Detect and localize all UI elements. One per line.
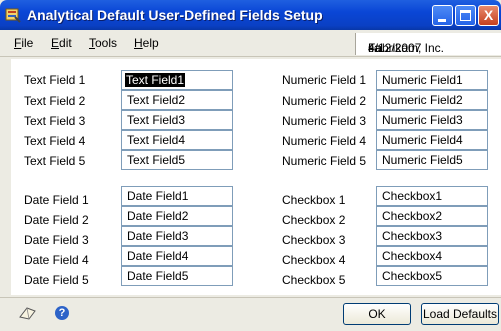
numeric-field-4-input[interactable]: Numeric Field4 bbox=[376, 130, 488, 150]
note-icon[interactable] bbox=[18, 305, 38, 321]
checkbox-5-label: Checkbox 5 bbox=[282, 273, 346, 287]
date-field-1-label: Date Field 1 bbox=[24, 193, 89, 207]
maximize-icon bbox=[460, 10, 471, 21]
text-field-1-label: Text Field 1 bbox=[24, 73, 86, 87]
minimize-icon bbox=[438, 19, 446, 22]
window-title: Analytical Default User-Defined Fields S… bbox=[27, 7, 323, 23]
text-field-5-label: Text Field 5 bbox=[24, 154, 86, 168]
numeric-field-2-input[interactable]: Numeric Field2 bbox=[376, 90, 488, 110]
maximize-button[interactable] bbox=[455, 5, 476, 26]
app-icon bbox=[5, 8, 21, 23]
checkbox-4-input[interactable]: Checkbox4 bbox=[376, 246, 488, 266]
window: Analytical Default User-Defined Fields S… bbox=[0, 0, 501, 331]
ok-button[interactable]: OK bbox=[343, 303, 411, 325]
text-field-1-input[interactable]: Text Field1 bbox=[121, 70, 233, 90]
menu-edit[interactable]: Edit bbox=[51, 36, 72, 50]
status-date: 4/12/2007 bbox=[368, 41, 422, 55]
checkbox-4-label: Checkbox 4 bbox=[282, 253, 346, 267]
text-field-3-input[interactable]: Text Field3 bbox=[121, 110, 233, 130]
date-field-5-input[interactable]: Date Field5 bbox=[121, 266, 233, 286]
date-field-4-label: Date Field 4 bbox=[24, 253, 89, 267]
text-field-2-label: Text Field 2 bbox=[24, 94, 86, 108]
close-icon: X bbox=[483, 7, 494, 23]
checkbox-1-label: Checkbox 1 bbox=[282, 193, 346, 207]
checkbox-2-input[interactable]: Checkbox2 bbox=[376, 206, 488, 226]
minimize-button[interactable] bbox=[432, 5, 453, 26]
numeric-field-4-label: Numeric Field 4 bbox=[282, 134, 367, 148]
text-field-2-input[interactable]: Text Field2 bbox=[121, 90, 233, 110]
title-bar: Analytical Default User-Defined Fields S… bbox=[0, 0, 501, 30]
date-field-2-label: Date Field 2 bbox=[24, 213, 89, 227]
numeric-field-3-input[interactable]: Numeric Field3 bbox=[376, 110, 488, 130]
numeric-field-2-label: Numeric Field 2 bbox=[282, 94, 367, 108]
numeric-field-3-label: Numeric Field 3 bbox=[282, 114, 367, 128]
text-field-5-input[interactable]: Text Field5 bbox=[121, 150, 233, 170]
menu-help[interactable]: Help bbox=[134, 36, 159, 50]
date-field-3-input[interactable]: Date Field3 bbox=[121, 226, 233, 246]
text-field-4-label: Text Field 4 bbox=[24, 134, 86, 148]
checkbox-3-label: Checkbox 3 bbox=[282, 233, 346, 247]
text-field-3-label: Text Field 3 bbox=[24, 114, 86, 128]
date-field-5-label: Date Field 5 bbox=[24, 273, 89, 287]
checkbox-5-input[interactable]: Checkbox5 bbox=[376, 266, 488, 286]
date-field-2-input[interactable]: Date Field2 bbox=[121, 206, 233, 226]
help-icon[interactable]: ? bbox=[55, 306, 69, 320]
date-field-3-label: Date Field 3 bbox=[24, 233, 89, 247]
numeric-field-1-label: Numeric Field 1 bbox=[282, 73, 367, 87]
numeric-field-1-input[interactable]: Numeric Field1 bbox=[376, 70, 488, 90]
load-defaults-button[interactable]: Load Defaults bbox=[421, 303, 499, 325]
fields-panel: Text Field 1 Text Field1 Text Field 2 Te… bbox=[11, 59, 501, 295]
date-field-1-input[interactable]: Date Field1 bbox=[121, 186, 233, 206]
bottom-toolbar: ? OK Load Defaults bbox=[0, 297, 501, 331]
status-area: sa Fabrikam, Inc. 4/12/2007 bbox=[355, 33, 501, 55]
status-text: sa Fabrikam, Inc. 4/12/2007 bbox=[362, 37, 444, 55]
close-button[interactable]: X bbox=[478, 5, 499, 26]
date-field-4-input[interactable]: Date Field4 bbox=[121, 246, 233, 266]
checkbox-1-input[interactable]: Checkbox1 bbox=[376, 186, 488, 206]
checkbox-2-label: Checkbox 2 bbox=[282, 213, 346, 227]
menu-file[interactable]: File bbox=[14, 36, 33, 50]
text-field-4-input[interactable]: Text Field4 bbox=[121, 130, 233, 150]
numeric-field-5-input[interactable]: Numeric Field5 bbox=[376, 150, 488, 170]
menu-tools[interactable]: Tools bbox=[89, 36, 117, 50]
checkbox-3-input[interactable]: Checkbox3 bbox=[376, 226, 488, 246]
numeric-field-5-label: Numeric Field 5 bbox=[282, 154, 367, 168]
